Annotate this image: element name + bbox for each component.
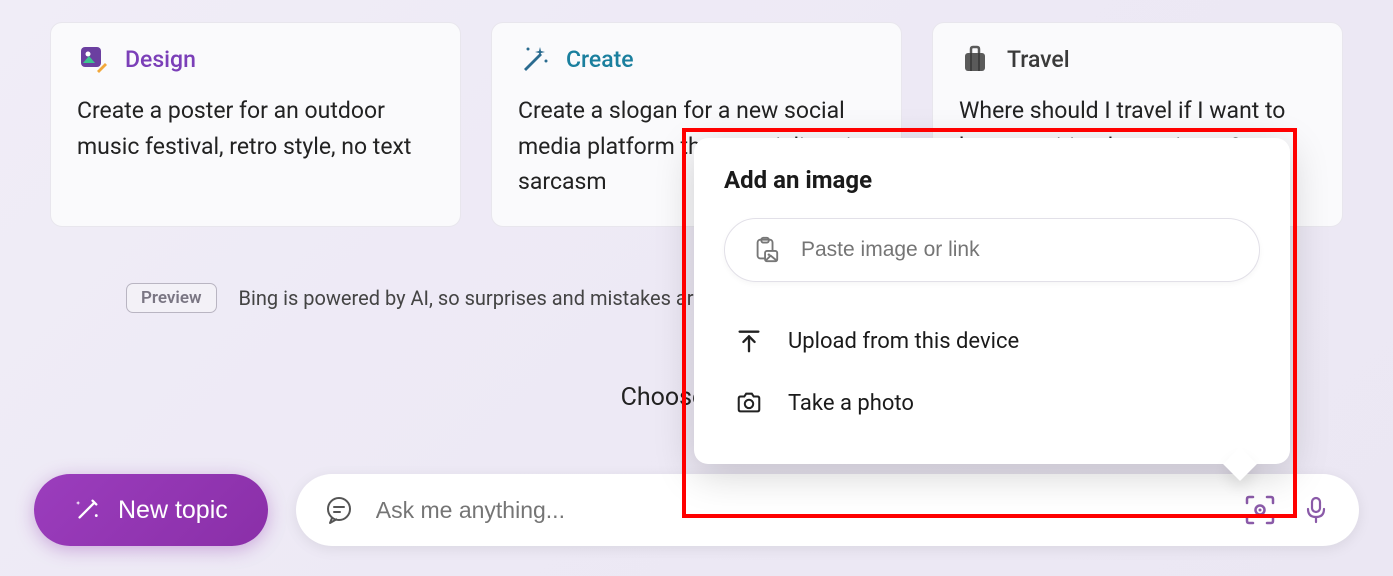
new-topic-button[interactable]: New topic [34, 474, 268, 546]
card-body: Create a poster for an outdoor music fes… [77, 93, 434, 164]
ask-input-bar[interactable] [296, 474, 1359, 546]
popup-title: Add an image [724, 166, 1260, 194]
card-title: Design [125, 46, 196, 73]
upload-label: Upload from this device [788, 329, 1019, 354]
chat-icon [324, 495, 354, 525]
paste-image-input[interactable] [801, 238, 1233, 262]
take-photo-option[interactable]: Take a photo [724, 372, 1260, 434]
upload-icon [734, 326, 764, 356]
card-title: Travel [1007, 46, 1070, 73]
ask-input[interactable] [376, 497, 1227, 524]
take-photo-label: Take a photo [788, 391, 914, 416]
upload-from-device-option[interactable]: Upload from this device [724, 310, 1260, 372]
clipboard-image-icon [751, 235, 781, 265]
new-topic-label: New topic [118, 496, 228, 525]
wand-icon [518, 43, 550, 75]
visual-search-icon[interactable] [1243, 493, 1277, 527]
card-title: Create [566, 46, 634, 73]
suitcase-icon [959, 43, 991, 75]
card-header: Create [518, 43, 875, 75]
suggestion-card-design[interactable]: Design Create a poster for an outdoor mu… [50, 22, 461, 227]
camera-icon [734, 388, 764, 418]
microphone-icon[interactable] [1301, 495, 1331, 525]
composer-bar: New topic [34, 474, 1359, 546]
preview-text: Bing is powered by AI, so surprises and … [239, 286, 720, 310]
design-icon [77, 43, 109, 75]
paste-image-field[interactable] [724, 218, 1260, 282]
card-header: Travel [959, 43, 1316, 75]
add-image-popup: Add an image Upload from this device [694, 138, 1290, 464]
preview-badge: Preview [126, 283, 217, 313]
card-header: Design [77, 43, 434, 75]
